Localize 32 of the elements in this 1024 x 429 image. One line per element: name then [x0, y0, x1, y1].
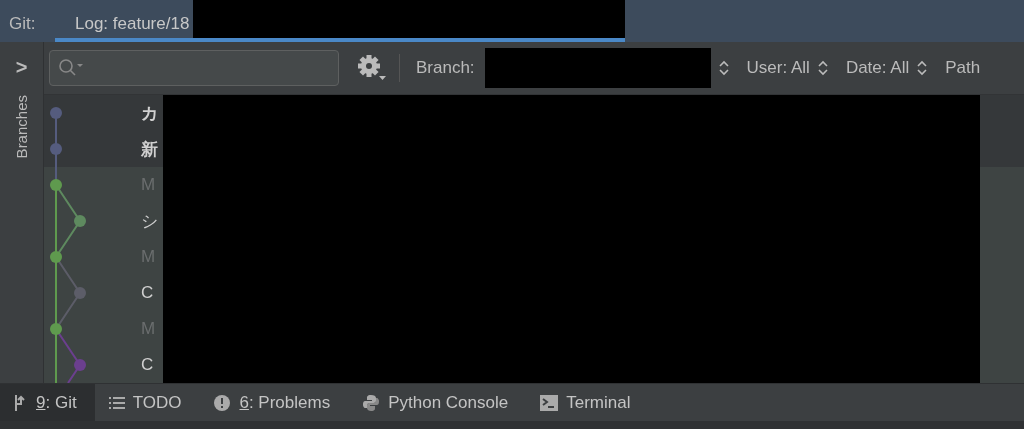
updown-icon [817, 60, 828, 76]
commit-subject: シ [141, 210, 159, 233]
terminal-icon [540, 394, 559, 411]
tool-window-tab[interactable]: TODO [94, 384, 200, 421]
tool-window-title: Git: [8, 13, 37, 35]
filter-dropdown[interactable]: User: All [742, 58, 832, 78]
commit-subject: カ [141, 102, 159, 125]
commit-row[interactable]: C [104, 275, 1024, 311]
alert-icon [213, 393, 232, 412]
python-icon [362, 393, 381, 412]
filter-dropdown[interactable]: Path [941, 58, 985, 78]
search-icon [58, 58, 84, 78]
commit-subject: C [141, 283, 155, 303]
updown-icon [917, 60, 928, 76]
expand-button[interactable]: > [15, 56, 28, 79]
filter-dropdown[interactable]: Branch: [412, 48, 733, 88]
updown-icon [718, 60, 729, 76]
commit-subject: C [141, 355, 155, 375]
search-field[interactable] [49, 50, 339, 86]
commit-subject: 新 [141, 138, 159, 161]
tool-window-tab[interactable]: Terminal [526, 384, 649, 421]
branches-label[interactable]: Branches [13, 95, 30, 159]
commit-row[interactable]: C [104, 347, 1024, 383]
commit-row[interactable]: 新 [104, 131, 1024, 167]
filter-dropdown[interactable]: Date: All [841, 58, 932, 78]
commit-row[interactable]: シ [104, 203, 1024, 239]
tool-window-tab[interactable]: 9: Git [0, 384, 95, 421]
tool-window-tab[interactable]: 6: Problems [199, 384, 349, 421]
commit-row[interactable]: カ [104, 95, 1024, 131]
list-icon [108, 395, 125, 410]
tool-window-tab[interactable]: Python Console [348, 384, 527, 421]
settings-icon[interactable] [357, 54, 387, 82]
